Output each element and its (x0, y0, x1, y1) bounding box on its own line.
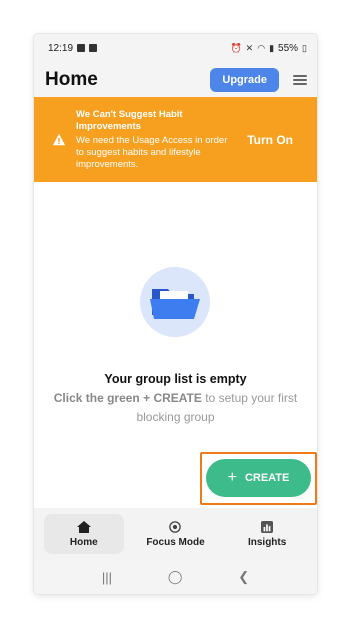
turn-on-button[interactable]: Turn On (247, 133, 293, 147)
empty-state-hint: Click the green + CREATE to setup your f… (50, 389, 301, 427)
nav-home[interactable]: Home (43, 514, 124, 554)
gallery-icon (77, 44, 86, 52)
signal-icon: ▮ (269, 42, 275, 53)
create-button[interactable]: + CREATE (206, 459, 311, 497)
banner-title: We Can't Suggest Habit Improvements (76, 108, 183, 132)
nav-focus-mode[interactable]: Focus Mode (135, 514, 215, 554)
empty-state-hint-emphasis: Click the green + CREATE (53, 391, 202, 405)
status-bar: 12:19 ⏰ ✕ ◠ ▮ 55% ▯ (34, 34, 317, 62)
nav-insights-label: Insights (247, 536, 287, 548)
plus-icon: + (227, 469, 237, 486)
nav-home-label: Home (69, 536, 98, 548)
system-navigation-bar: ||| ◯ ❮ (34, 560, 317, 594)
nav-focus-mode-label: Focus Mode (146, 536, 205, 548)
page-title: Home (45, 69, 98, 90)
alarm-icon: ⏰ (230, 42, 242, 53)
mute-icon: ✕ (245, 42, 254, 53)
notification-icon (89, 44, 98, 52)
bar-chart-icon (261, 520, 274, 533)
folder-icon (150, 289, 200, 319)
home-circle-icon[interactable]: ◯ (168, 569, 183, 585)
wifi-icon: ◠ (257, 42, 266, 53)
focus-icon (169, 520, 182, 533)
phone-screen: 12:19 ⏰ ✕ ◠ ▮ 55% ▯ Home Upgrade We Can'… (34, 34, 317, 594)
warning-icon (52, 133, 66, 145)
status-time: 12:19 (48, 42, 74, 54)
battery-icon: ▯ (302, 42, 307, 53)
recents-icon[interactable]: ||| (102, 570, 112, 585)
menu-icon[interactable] (293, 75, 307, 85)
empty-state-title: Your group list is empty (104, 372, 247, 386)
banner-body: We need the Usage Access in order to sug… (76, 134, 228, 170)
bottom-navigation: Home Focus Mode Insights (34, 508, 317, 560)
upgrade-button[interactable]: Upgrade (210, 68, 279, 92)
home-icon (76, 520, 91, 533)
usage-access-banner: We Can't Suggest Habit Improvements We n… (34, 97, 317, 182)
create-label: CREATE (244, 472, 290, 484)
folder-illustration (140, 267, 210, 337)
nav-insights[interactable]: Insights (227, 514, 307, 554)
battery-level: 55% (278, 42, 299, 54)
app-header: Home Upgrade (34, 62, 317, 98)
back-icon[interactable]: ❮ (238, 569, 249, 585)
